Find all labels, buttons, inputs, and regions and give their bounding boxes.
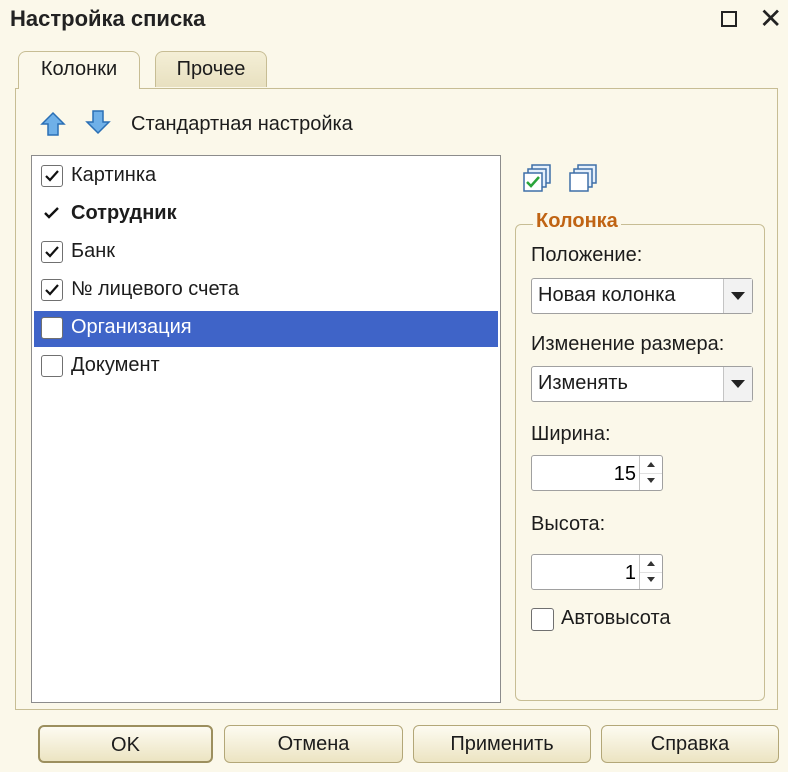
help-button[interactable]: Справка <box>601 725 779 763</box>
title-bar: Настройка списка ✕ <box>0 0 788 38</box>
close-button[interactable]: ✕ <box>757 3 785 34</box>
tab-other[interactable]: Прочее <box>155 51 267 87</box>
list-item-label: № лицевого счета <box>71 278 239 300</box>
list-item[interactable]: Сотрудник <box>34 197 498 233</box>
list-item-label: Банк <box>71 240 116 262</box>
uncheck-all-button[interactable] <box>569 163 599 193</box>
list-item[interactable]: Картинка <box>34 159 498 195</box>
column-group-title: Колонка <box>533 210 621 233</box>
arrow-down-small-icon <box>647 577 655 582</box>
ok-button[interactable]: OK <box>38 725 213 763</box>
dropdown-button[interactable] <box>723 367 752 401</box>
checkbox-unchecked[interactable] <box>41 355 63 377</box>
checkmark-icon <box>45 246 59 258</box>
arrow-up-small-icon <box>647 561 655 566</box>
position-value: Новая колонка <box>538 284 676 306</box>
move-down-button[interactable] <box>84 108 114 138</box>
list-item-selected[interactable]: Организация <box>34 311 498 347</box>
resize-value: Изменять <box>538 372 628 394</box>
resize-select[interactable]: Изменять <box>531 366 753 402</box>
height-spinner <box>639 555 662 589</box>
move-up-button[interactable] <box>39 110 69 140</box>
list-item[interactable]: № лицевого счета <box>34 273 498 309</box>
height-stepper[interactable] <box>531 554 663 590</box>
list-item-label: Организация <box>71 316 192 338</box>
arrow-down-icon <box>85 110 111 135</box>
checkbox-checked[interactable] <box>41 279 63 301</box>
standard-settings-button[interactable]: Стандартная настройка <box>131 113 353 136</box>
width-label: Ширина: <box>531 423 611 445</box>
position-label: Положение: <box>531 244 643 266</box>
position-select[interactable]: Новая колонка <box>531 278 753 314</box>
chevron-down-icon <box>731 380 745 388</box>
arrow-up-small-icon <box>647 462 655 467</box>
list-item[interactable]: Документ <box>34 349 498 385</box>
checkbox-checked[interactable] <box>41 165 63 187</box>
list-item-label: Сотрудник <box>71 202 177 224</box>
height-input[interactable] <box>534 557 638 589</box>
decrement-button[interactable] <box>640 572 662 589</box>
resize-label: Изменение размера: <box>531 333 725 355</box>
autoheight-checkbox[interactable] <box>531 608 554 631</box>
window-title: Настройка списка <box>10 6 206 31</box>
width-input[interactable] <box>534 458 638 490</box>
decrement-button[interactable] <box>640 473 662 490</box>
check-all-button[interactable] <box>523 163 553 193</box>
width-spinner <box>639 456 662 490</box>
uncheck-all-icon <box>569 164 597 192</box>
list-item-label: Документ <box>71 354 160 376</box>
check-all-icon <box>523 164 551 192</box>
cancel-button[interactable]: Отмена <box>224 725 403 763</box>
checkmark-icon <box>45 170 59 182</box>
checkmark-icon <box>44 207 59 219</box>
list-item-label: Картинка <box>71 164 157 186</box>
tab-columns[interactable]: Колонки <box>18 51 140 89</box>
height-label: Высота: <box>531 513 606 535</box>
arrow-down-small-icon <box>647 478 655 483</box>
checkbox-checked[interactable] <box>41 241 63 263</box>
increment-button[interactable] <box>640 555 662 573</box>
arrow-up-icon <box>40 111 66 136</box>
width-stepper[interactable] <box>531 455 663 491</box>
increment-button[interactable] <box>640 456 662 474</box>
checkbox-unchecked[interactable] <box>41 317 63 339</box>
checkmark-icon <box>45 284 59 296</box>
maximize-icon <box>721 11 737 27</box>
list-item[interactable]: Банк <box>34 235 498 271</box>
maximize-button[interactable] <box>715 5 743 33</box>
dropdown-button[interactable] <box>723 279 752 313</box>
autoheight-label[interactable]: Автовысота <box>561 607 671 630</box>
close-icon: ✕ <box>759 3 783 34</box>
columns-list[interactable]: Картинка Сотрудник Банк № лицевого счета… <box>31 155 501 703</box>
apply-button[interactable]: Применить <box>413 725 591 763</box>
chevron-down-icon <box>731 292 745 300</box>
